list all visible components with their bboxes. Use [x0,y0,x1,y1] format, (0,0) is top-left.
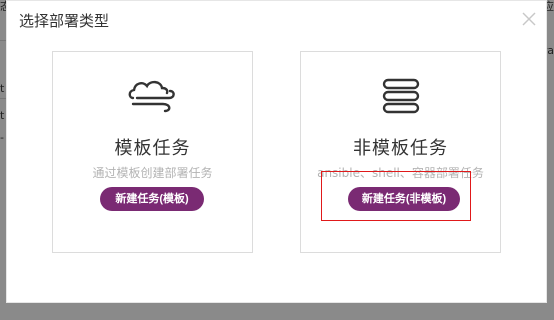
template-task-card: 模板任务 通过模板创建部署任务 新建任务(模板) [52,51,253,253]
dialog-title: 选择部署类型 [19,12,110,30]
background-text-fragment: t [0,82,5,95]
server-stack-icon [301,78,500,114]
deploy-type-dialog: 选择部署类型 模板任务 通过模板创建部署任务 新建任务(模板) 非模板任务 an… [6,0,547,303]
non-template-task-title: 非模板任务 [353,138,448,159]
new-template-task-button[interactable]: 新建任务(模板) [100,187,204,211]
close-icon[interactable] [522,11,536,26]
template-task-title: 模板任务 [114,138,191,159]
non-template-task-card: 非模板任务 ansible、shell、容器部署任务 新建任务(非模板) [300,51,501,253]
background-text-fragment: - [0,131,4,144]
highlight-annotation [321,171,471,221]
background-text-fragment: t [0,109,5,122]
wind-cloud-icon [53,78,252,114]
template-task-description: 通过模板创建部署任务 [92,166,213,180]
